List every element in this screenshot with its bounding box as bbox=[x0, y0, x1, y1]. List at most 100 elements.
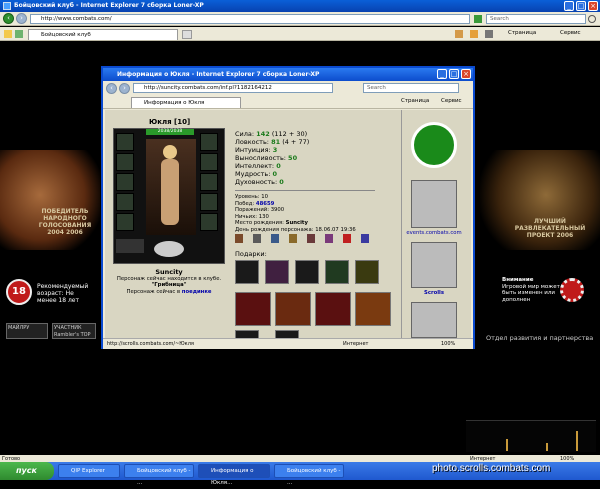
gift-item[interactable] bbox=[325, 260, 349, 284]
scrolls-banner[interactable] bbox=[411, 242, 457, 288]
rambler-badge[interactable]: УЧАСТНИК Rambler's TOP bbox=[52, 323, 96, 339]
badge-icon[interactable] bbox=[271, 234, 279, 243]
events-link[interactable]: events.combats.com bbox=[403, 230, 465, 237]
graph-bar bbox=[506, 439, 508, 451]
gift-item[interactable] bbox=[355, 260, 379, 284]
legs-slot[interactable] bbox=[200, 193, 218, 211]
print-icon[interactable] bbox=[485, 30, 493, 38]
popup-maximize-button[interactable]: □ bbox=[449, 69, 459, 79]
popup-search-input[interactable]: Search bbox=[363, 83, 459, 93]
new-tab-button[interactable] bbox=[182, 30, 192, 39]
info-label: Побед: bbox=[235, 200, 255, 207]
search-input[interactable]: Search bbox=[486, 14, 586, 24]
counter-badge[interactable]: МАЙЛРУ bbox=[6, 323, 48, 339]
partners-link[interactable]: Отдел развития и партнерства bbox=[486, 334, 593, 342]
refresh-icon[interactable] bbox=[474, 15, 482, 23]
gift-item[interactable] bbox=[235, 330, 259, 338]
location-prefix: Персонаж сейчас в bbox=[126, 289, 181, 295]
home-icon[interactable] bbox=[455, 30, 463, 38]
gift-item[interactable] bbox=[235, 260, 259, 284]
tools-menu[interactable]: Сервис bbox=[560, 30, 581, 36]
badge-icon[interactable] bbox=[307, 234, 315, 243]
award-text-right: ЛУЧШИЙ РАЗВЛЕКАТЕЛЬНЫЙ ПРОЕКТ 2006 bbox=[514, 218, 586, 239]
popup-tools-menu[interactable]: Сервис bbox=[441, 98, 462, 104]
gifts-label: Подарки: bbox=[235, 250, 267, 258]
ring-slots[interactable] bbox=[116, 239, 144, 253]
info-value: 48659 bbox=[255, 200, 275, 207]
task-char-info[interactable]: Информация о Юкля... bbox=[198, 464, 270, 486]
stats-list: Сила: 142 (112 + 30) Ловкость: 81 (4 + 7… bbox=[235, 130, 385, 186]
shield-slot[interactable] bbox=[200, 173, 218, 191]
feeds-icon[interactable] bbox=[470, 30, 478, 38]
amulet-slot[interactable] bbox=[116, 153, 134, 171]
gift-item[interactable] bbox=[275, 330, 299, 338]
boots-slot[interactable] bbox=[200, 213, 218, 231]
popup-back-button[interactable]: ‹ bbox=[106, 83, 117, 94]
gloves-slot[interactable] bbox=[200, 153, 218, 171]
weapon-slot[interactable] bbox=[116, 173, 134, 191]
gift-item[interactable] bbox=[275, 292, 311, 326]
ie-icon bbox=[3, 2, 11, 10]
popup-forward-button[interactable]: › bbox=[119, 83, 130, 94]
belt-slot[interactable] bbox=[116, 213, 134, 231]
helmet-slot[interactable] bbox=[116, 133, 134, 151]
favorites-icon[interactable] bbox=[4, 30, 12, 38]
popup-close-button[interactable]: × bbox=[461, 69, 471, 79]
graph-bar bbox=[576, 431, 578, 451]
popup-minimize-button[interactable]: _ bbox=[437, 69, 447, 79]
popup-tab[interactable]: Информация о Юкля bbox=[131, 97, 241, 108]
badge-icon[interactable] bbox=[253, 234, 261, 243]
minimize-button[interactable]: _ bbox=[564, 1, 574, 11]
tab-combats[interactable]: Бойцовский клуб bbox=[28, 29, 178, 40]
location-line2: "Грибница" bbox=[151, 282, 187, 288]
equipment-panel: 2038/2038 bbox=[113, 128, 225, 264]
info-value: 10 bbox=[261, 194, 269, 200]
scrolls-link[interactable]: Scrolls bbox=[403, 290, 465, 297]
badge-icon[interactable] bbox=[325, 234, 333, 243]
bull-logo-icon[interactable] bbox=[411, 122, 457, 168]
armor-slot[interactable] bbox=[116, 193, 134, 211]
address-field[interactable]: http://www.combats.com/ bbox=[30, 14, 470, 24]
stat-label: Мудрость: bbox=[235, 170, 271, 178]
gift-item[interactable] bbox=[315, 292, 351, 326]
search-icon[interactable] bbox=[588, 15, 596, 23]
stat-value: 0 bbox=[272, 170, 278, 178]
side-banner[interactable] bbox=[411, 302, 457, 338]
forward-button[interactable]: › bbox=[16, 13, 27, 24]
add-favorite-icon[interactable] bbox=[15, 30, 23, 38]
battle-link[interactable]: поединке bbox=[182, 289, 212, 295]
events-banner[interactable] bbox=[411, 180, 457, 228]
stat-extra: (112 + 30) bbox=[271, 130, 308, 138]
stat-value: 50 bbox=[288, 154, 298, 162]
gift-item[interactable] bbox=[355, 292, 391, 326]
badge-icon[interactable] bbox=[361, 234, 369, 243]
start-button[interactable]: пуск bbox=[0, 462, 54, 480]
notice-title: Внимание bbox=[502, 277, 534, 283]
gift-item[interactable] bbox=[295, 260, 319, 284]
info-label: Ничьих: bbox=[235, 213, 258, 220]
popup-status-bar: http://scrolls.combats.com/~Юкля Интерне… bbox=[103, 338, 473, 349]
maximize-button[interactable]: □ bbox=[576, 1, 586, 11]
info-label: Уровень: bbox=[235, 194, 260, 200]
task-combats-1[interactable]: Бойцовский клуб - ... bbox=[124, 464, 194, 486]
badge-icon[interactable] bbox=[235, 234, 243, 243]
earring-slot[interactable] bbox=[200, 133, 218, 151]
close-button[interactable]: × bbox=[588, 1, 598, 11]
city-name[interactable]: Suncity bbox=[113, 268, 225, 276]
back-button[interactable]: ‹ bbox=[3, 13, 14, 24]
popup-zoom[interactable]: 100% bbox=[441, 339, 455, 350]
stat-value: 81 bbox=[271, 138, 281, 146]
page-menu[interactable]: Страница bbox=[508, 30, 536, 36]
gift-item[interactable] bbox=[265, 260, 289, 284]
stat-value: 0 bbox=[279, 178, 284, 186]
char-level-text: [10] bbox=[174, 118, 191, 126]
gift-item[interactable] bbox=[235, 292, 271, 326]
badge-icon[interactable] bbox=[343, 234, 351, 243]
task-combats-2[interactable]: Бойцовский клуб - ... bbox=[274, 464, 344, 486]
popup-address-field[interactable]: http://suncity.combats.com/inf.pl?118216… bbox=[133, 83, 333, 93]
badge-icon[interactable] bbox=[289, 234, 297, 243]
task-qip[interactable]: QIP Explorer bbox=[58, 464, 120, 478]
popup-page-menu[interactable]: Страница bbox=[401, 98, 429, 104]
character-avatar[interactable] bbox=[146, 139, 196, 235]
popup-tab-bar: Информация о Юкля Страница Сервис bbox=[103, 96, 473, 109]
